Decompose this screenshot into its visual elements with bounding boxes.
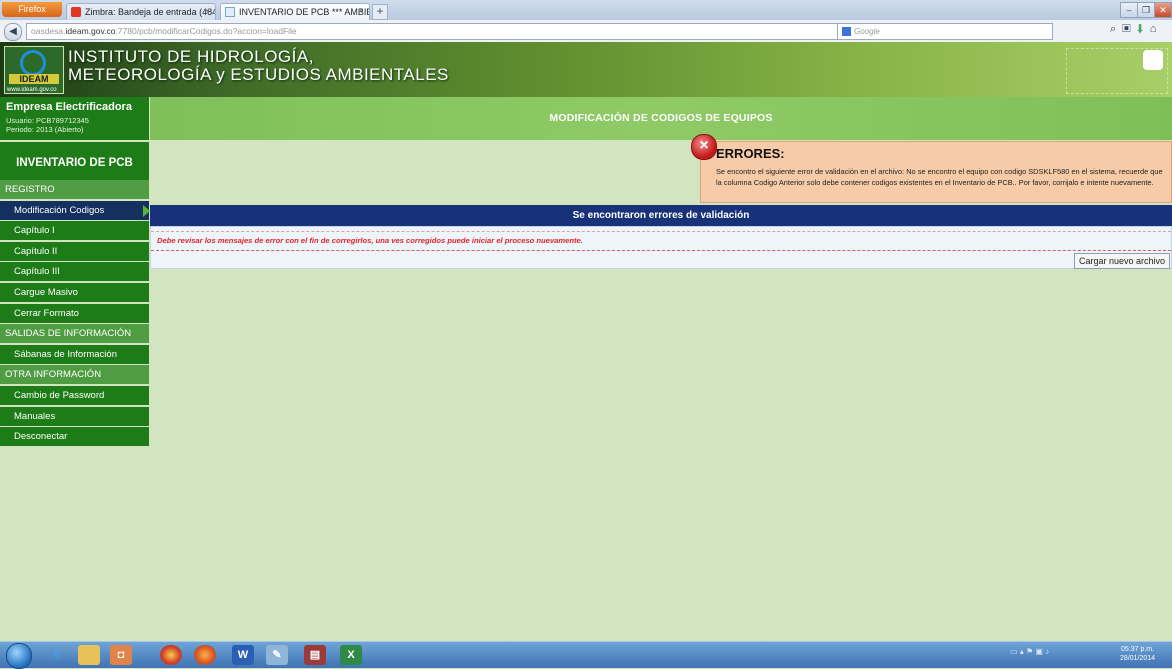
browser-tab-strip: Firefox Zimbra: Bandeja de entrada (484)… xyxy=(0,0,1172,20)
firefox-icon[interactable] xyxy=(194,645,216,665)
tab-label: INVENTARIO DE PCB *** AMBIENTE ... xyxy=(239,7,369,17)
sidebar-item-sabanas-de-informacion[interactable]: Sábanas de Información xyxy=(0,344,149,365)
winrar-icon[interactable]: ▤ xyxy=(304,645,326,665)
page-header: MODIFICACIÓN DE CODIGOS DE EQUIPOS xyxy=(150,97,1172,140)
search-input[interactable]: Google xyxy=(837,23,1053,40)
close-tab-icon[interactable]: × xyxy=(358,4,364,20)
logo-text: IDEAM xyxy=(9,74,59,84)
ie-icon[interactable]: e xyxy=(46,645,68,665)
search-icon[interactable]: ⌕ xyxy=(1110,23,1116,35)
sidebar-item-label: Capítulo I xyxy=(14,225,55,237)
institution-name-line1: INSTITUTO DE HIDROLOGÍA, xyxy=(68,47,314,66)
sidebar-item-modificacion-codigos[interactable]: Modificación Codigos xyxy=(0,200,150,221)
sidebar-item-capitulo-ii[interactable]: Capítulo II xyxy=(0,241,149,262)
navigation-bar: ◀ oasdesa.ideam.gov.co:7780/pcb/modifica… xyxy=(0,20,1172,43)
active-arrow-icon xyxy=(143,204,150,217)
sidebar-item-label: Cambio de Password xyxy=(14,390,105,401)
url-host-prefix: oasdesa. xyxy=(31,26,66,36)
company-name: Empresa Electrificadora xyxy=(6,101,132,113)
main-content: MODIFICACIÓN DE CODIGOS DE EQUIPOS × ERR… xyxy=(150,97,1172,641)
sidebar-item-cargue-masivo[interactable]: Cargue Masivo xyxy=(0,283,149,303)
sidebar: Empresa Electrificadora Usuario: PCB7897… xyxy=(0,97,150,641)
chrome-icon[interactable] xyxy=(160,645,182,665)
sidebar-item-cambio-de-password[interactable]: Cambio de Password xyxy=(0,386,149,406)
download-icon[interactable]: ⬇ xyxy=(1137,23,1144,35)
new-tab-button[interactable]: + xyxy=(372,4,388,20)
sidebar-section-otra-informacion: OTRA INFORMACIÓN xyxy=(0,365,149,386)
sidebar-item-desconectar[interactable]: Desconectar xyxy=(0,427,149,448)
sidebar-item-label: REGISTRO xyxy=(5,184,55,195)
sidebar-item-label: SALIDAS DE INFORMACIÓN xyxy=(5,328,132,340)
toolbar-icons: ⌕ ▣ ⬇ ⌂ xyxy=(1110,23,1156,36)
clock[interactable]: 05:37 p.m. 28/01/2014 xyxy=(1120,645,1155,663)
ideam-logo[interactable]: IDEAM www.ideam.gov.co xyxy=(4,46,64,94)
bookmarks-icon[interactable]: ▣ xyxy=(1122,23,1130,35)
sidebar-item-capitulo-iii[interactable]: Capítulo III xyxy=(0,262,149,283)
company-info: Empresa Electrificadora Usuario: PCB7897… xyxy=(0,97,149,140)
tab-zimbra[interactable]: Zimbra: Bandeja de entrada (484) × xyxy=(66,3,216,20)
sidebar-item-label: Manuales xyxy=(14,410,56,422)
excel-icon[interactable]: X xyxy=(340,645,362,665)
sidebar-item-label: Cargue Masivo xyxy=(14,287,78,298)
page-title: MODIFICACIÓN DE CODIGOS DE EQUIPOS xyxy=(549,112,773,124)
upload-new-file-button[interactable]: Cargar nuevo archivo xyxy=(1073,253,1170,269)
minimize-button[interactable]: – xyxy=(1120,2,1138,18)
google-icon xyxy=(842,27,851,37)
word-icon[interactable]: W xyxy=(232,645,254,665)
page-icon xyxy=(225,7,235,17)
divider xyxy=(151,250,1171,251)
close-tab-icon[interactable]: × xyxy=(204,4,210,20)
validation-warning: Debe revisar los mensajes de error con e… xyxy=(157,236,583,245)
sidebar-item-label: Cerrar Formato xyxy=(14,307,79,319)
sidebar-item-manuales[interactable]: Manuales xyxy=(0,406,149,427)
clock-time: 05:37 p.m. xyxy=(1120,646,1155,653)
sidebar-item-label: Capítulo II xyxy=(14,245,58,257)
error-panel: × ERRORES: Se encontro el siguiente erro… xyxy=(691,134,1172,203)
url-path: :7780/pcb/modificarCodigos.do?accion=loa… xyxy=(115,26,297,36)
maximize-button[interactable]: ❐ xyxy=(1137,2,1155,18)
sidebar-item-cerrar-formato[interactable]: Cerrar Formato xyxy=(0,303,149,324)
firefox-menu-button[interactable]: Firefox xyxy=(2,2,62,17)
sidebar-item-label: OTRA INFORMACIÓN xyxy=(5,369,102,381)
os-taskbar: e ◘ W ✎ ▤ X ▭ ▴ ⚑ ▣ ♪ 05:37 p.m. 28/01/2… xyxy=(0,641,1172,669)
home-icon[interactable]: ⌂ xyxy=(1150,23,1157,35)
validation-panel: Debe revisar los mensajes de error con e… xyxy=(150,226,1172,269)
clock-date: 28/01/2014 xyxy=(1120,655,1156,662)
validation-header: Se encontraron errores de validación xyxy=(150,205,1172,226)
back-button[interactable]: ◀ xyxy=(4,23,22,41)
sidebar-item-label: Modificación Codigos xyxy=(14,204,105,216)
sidebar-item-label: Sábanas de Información xyxy=(14,348,117,360)
error-title: ERRORES: xyxy=(716,146,785,161)
error-message: Se encontro el siguiente error de valida… xyxy=(716,167,1163,187)
period-label: Periodo: 2013 (Abierto) xyxy=(6,125,84,134)
sidebar-section-salidas-de-informacion: SALIDAS DE INFORMACIÓN xyxy=(0,324,149,345)
divider xyxy=(151,231,1171,232)
logo-emblem-icon xyxy=(20,50,46,76)
institution-name-line2: METEOROLOGÍA y ESTUDIOS AMBIENTALES xyxy=(68,65,449,84)
logo-url: www.ideam.gov.co xyxy=(7,87,57,93)
start-button[interactable] xyxy=(6,643,32,669)
search-placeholder: Google xyxy=(854,27,880,36)
user-label: Usuario: PCB789712345 xyxy=(6,116,89,125)
puzzle-icon xyxy=(1143,50,1163,70)
institution-banner: IDEAM www.ideam.gov.co INSTITUTO DE HIDR… xyxy=(0,42,1172,97)
sidebar-item-label: Capítulo III xyxy=(14,266,60,278)
close-window-button[interactable]: ✕ xyxy=(1154,2,1172,18)
url-host: ideam.gov.co xyxy=(65,26,116,36)
sidebar-section-registro: REGISTRO xyxy=(0,180,149,200)
sidebar-item-capitulo-i[interactable]: Capítulo I xyxy=(0,221,149,242)
paint-icon[interactable]: ✎ xyxy=(266,645,288,665)
tab-label: Zimbra: Bandeja de entrada (484) xyxy=(85,7,216,17)
folder-icon[interactable] xyxy=(78,645,100,665)
url-bar[interactable]: oasdesa.ideam.gov.co:7780/pcb/modificarC… xyxy=(26,23,842,40)
sidebar-item-label: Desconectar xyxy=(14,431,68,443)
error-icon: × xyxy=(691,134,717,160)
tab-inventario[interactable]: INVENTARIO DE PCB *** AMBIENTE ... × xyxy=(220,3,370,20)
system-tray[interactable]: ▭ ▴ ⚑ ▣ ♪ xyxy=(1010,647,1049,656)
media-player-icon[interactable]: ◘ xyxy=(110,645,132,665)
module-title: INVENTARIO DE PCB xyxy=(0,142,149,184)
zimbra-icon xyxy=(71,7,81,17)
